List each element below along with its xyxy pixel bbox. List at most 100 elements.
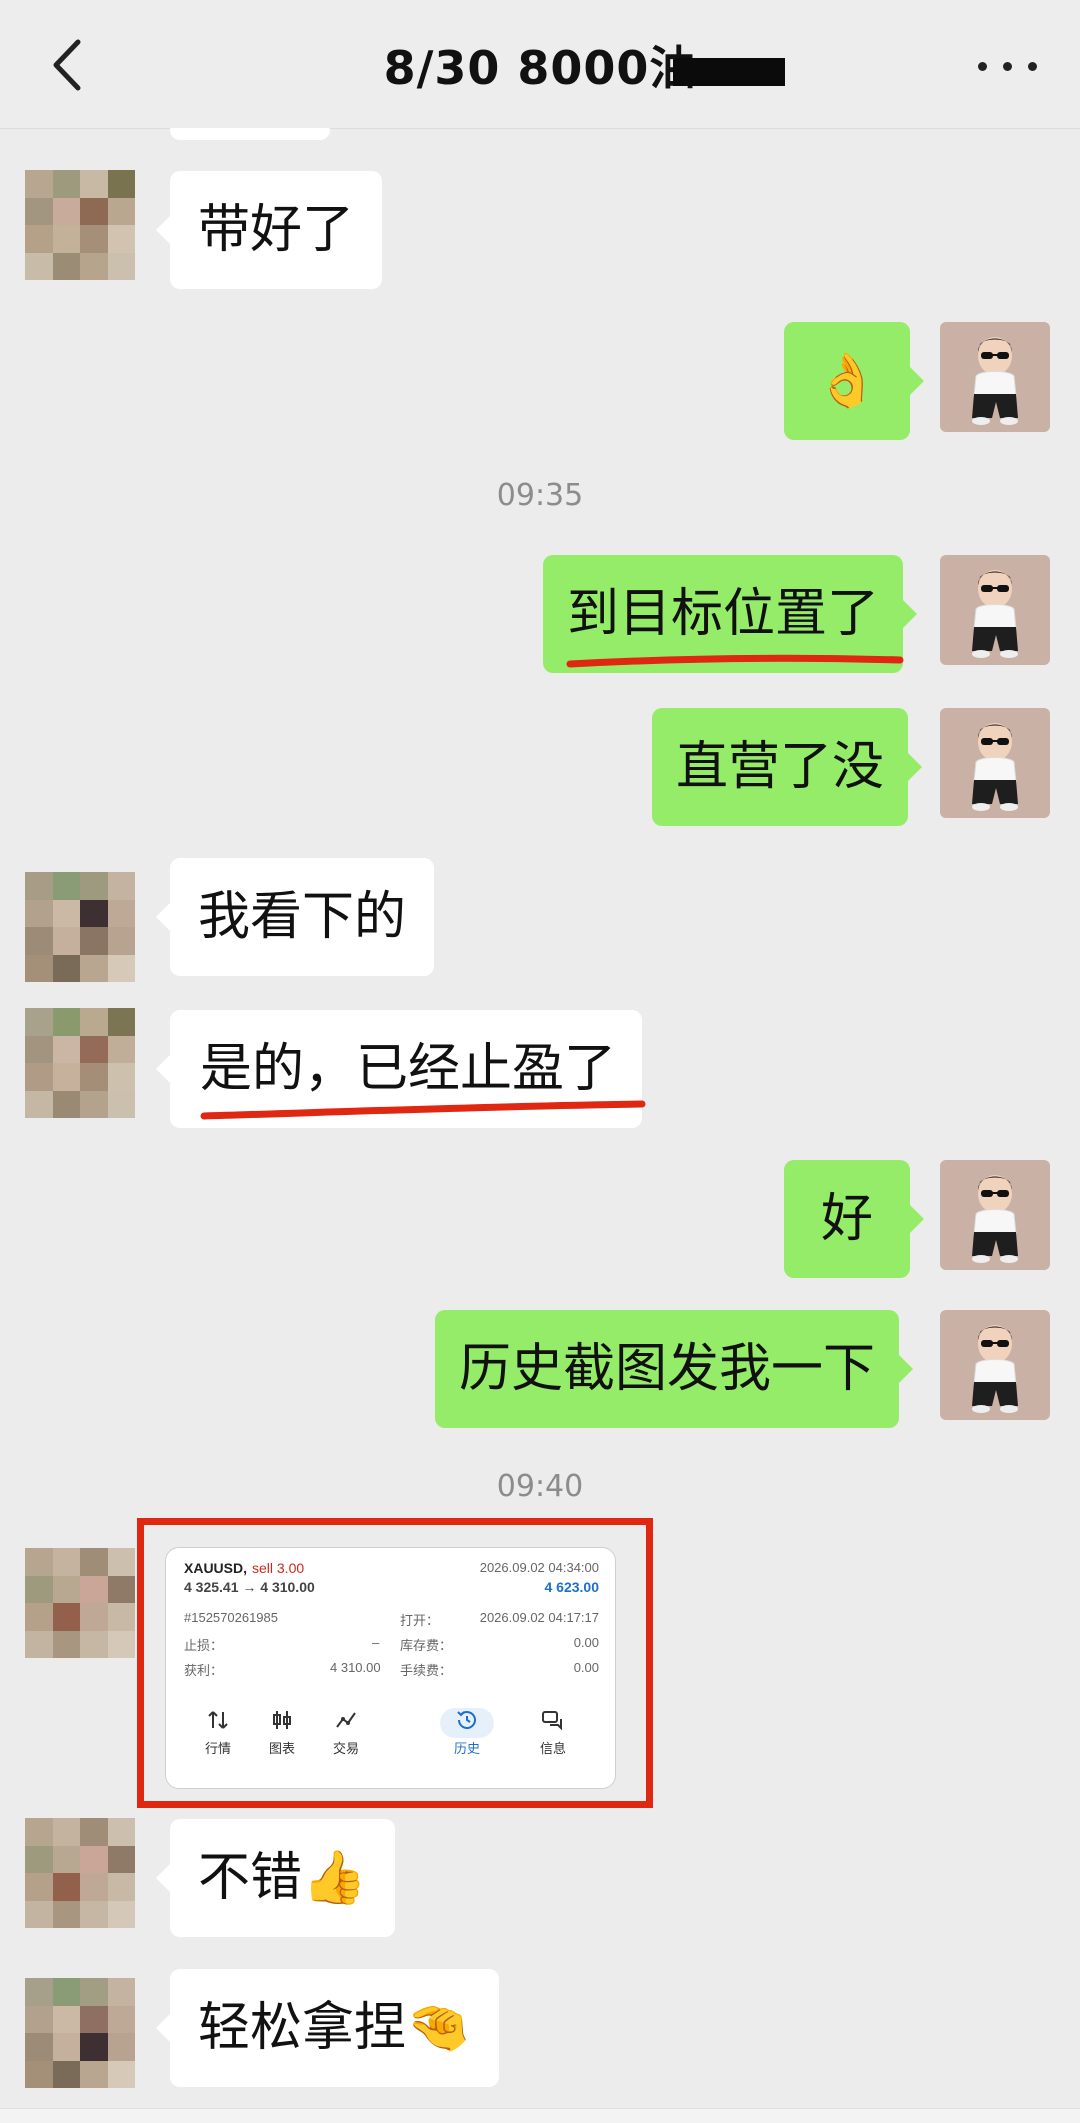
avatar-mosaic-cell — [107, 1090, 135, 1118]
cartoon-character-icon — [972, 1325, 1018, 1413]
avatar-mosaic-cell — [80, 954, 108, 982]
avatar-mosaic-cell — [80, 1603, 108, 1631]
message-bubble[interactable]: 带好了 — [155, 171, 383, 289]
cartoon-character-icon — [972, 570, 1018, 658]
avatar-mosaic-cell — [107, 1035, 135, 1063]
avatar-mosaic-cell — [25, 1630, 53, 1658]
avatar-mosaic-cell — [107, 1978, 135, 2006]
avatar-mosaic-cell — [80, 1548, 108, 1576]
avatar-mosaic-cell — [52, 1630, 80, 1658]
contact-avatar[interactable] — [25, 1548, 135, 1658]
avatar-mosaic-cell — [52, 1008, 80, 1036]
contact-avatar[interactable] — [25, 170, 135, 280]
self-avatar[interactable] — [940, 555, 1050, 665]
avatar-mosaic-cell — [107, 1008, 135, 1036]
avatar-mosaic-cell — [25, 2060, 53, 2088]
contact-avatar[interactable] — [25, 1818, 135, 1928]
avatar-mosaic-cell — [80, 1035, 108, 1063]
avatar-mosaic-cell — [25, 1978, 53, 2006]
avatar-mosaic-cell — [107, 1900, 135, 1928]
tab-label: 行情 — [204, 1741, 231, 1756]
self-avatar[interactable] — [940, 322, 1050, 432]
avatar-mosaic-cell — [80, 2060, 108, 2088]
avatar-mosaic-cell — [107, 1873, 135, 1901]
message-bubble[interactable]: 我看下的 — [155, 858, 435, 976]
avatar-mosaic-cell — [52, 2033, 80, 2061]
message-bubble[interactable]: 好 — [784, 1160, 924, 1278]
avatar-mosaic-cell — [107, 2033, 135, 2061]
avatar-mosaic-cell — [25, 1008, 53, 1036]
message-bubble[interactable]: 到目标位置了 — [543, 555, 918, 673]
avatar-mosaic-cell — [80, 2005, 108, 2033]
avatar-mosaic-cell — [25, 1873, 53, 1901]
chat-bubbles-icon — [542, 1711, 562, 1731]
avatar-mosaic-cell — [25, 872, 53, 900]
message-bubble[interactable]: 历史截图发我一下 — [435, 1310, 914, 1428]
avatar-mosaic-cell — [25, 1818, 53, 1846]
avatar-mosaic-cell — [80, 1978, 108, 2006]
tab-history[interactable]: 历史 — [437, 1708, 497, 1757]
message-bubble[interactable]: 👌 — [784, 322, 924, 440]
avatar-mosaic-cell — [25, 1035, 53, 1063]
avatar-mosaic-cell — [107, 1818, 135, 1846]
avatar-mosaic-cell — [52, 1900, 80, 1928]
avatar-mosaic-cell — [52, 170, 80, 198]
avatar-mosaic-cell — [52, 954, 80, 982]
tab-label: 信息 — [539, 1741, 566, 1756]
cartoon-character-icon — [972, 723, 1018, 811]
avatar-mosaic-cell — [80, 1575, 108, 1603]
tab-messages[interactable]: 信息 — [523, 1708, 583, 1757]
avatar-mosaic-cell — [25, 1090, 53, 1118]
message-bubble[interactable]: 是的，已经止盈了 — [155, 1010, 643, 1128]
avatar-mosaic-cell — [52, 225, 80, 253]
avatar-mosaic-cell — [25, 1063, 53, 1091]
avatar-mosaic-cell — [25, 1603, 53, 1631]
avatar-mosaic-cell — [107, 170, 135, 198]
tp-value: 4 310.00 — [330, 1660, 381, 1675]
arrows-updown-icon — [208, 1711, 228, 1729]
trade-side: sell 3.00 — [252, 1560, 305, 1576]
open-label: 打开： — [400, 1613, 440, 1628]
avatar-mosaic-cell — [107, 899, 135, 927]
candlestick-icon — [273, 1711, 291, 1729]
self-avatar[interactable] — [940, 1160, 1050, 1270]
cartoon-character-icon — [972, 337, 1018, 425]
chat-header: 8/30 8000油 — [0, 0, 1080, 129]
tp-label: 获利： — [184, 1663, 224, 1678]
avatar-mosaic-cell — [107, 1845, 135, 1873]
message-bubble[interactable]: 直营了没 — [652, 708, 923, 826]
avatar-mosaic-cell — [107, 1575, 135, 1603]
contact-avatar[interactable] — [25, 1978, 135, 2088]
avatar-mosaic-cell — [25, 1900, 53, 1928]
tab-quotes[interactable]: 行情 — [188, 1708, 248, 1757]
tab-label: 历史 — [453, 1741, 480, 1756]
self-avatar[interactable] — [940, 708, 1050, 818]
trade-history-screenshot[interactable]: XAUUSD, sell 3.00 4 325.41 → 4 310.00 20… — [165, 1547, 616, 1789]
avatar-mosaic-cell — [80, 252, 108, 280]
avatar-mosaic-cell — [107, 1063, 135, 1091]
trend-line-icon — [336, 1712, 356, 1728]
avatar-mosaic-cell — [25, 1548, 53, 1576]
message-bubble[interactable]: 不错👍 — [156, 1819, 395, 1937]
more-options-button[interactable] — [976, 48, 1040, 82]
avatar-mosaic-cell — [80, 197, 108, 225]
avatar-mosaic-cell — [52, 1873, 80, 1901]
input-area-edge — [0, 2108, 1080, 2123]
avatar-mosaic-cell — [52, 1063, 80, 1091]
message-bubble[interactable]: 轻松拿捏🤏 — [156, 1969, 499, 2087]
trade-close-time: 2026.09.02 04:34:00 — [479, 1560, 599, 1575]
avatar-mosaic-cell — [52, 927, 80, 955]
avatar-mosaic-cell — [52, 1818, 80, 1846]
avatar-mosaic-cell — [25, 1575, 53, 1603]
contact-avatar[interactable] — [25, 1008, 135, 1118]
self-avatar[interactable] — [940, 1310, 1050, 1420]
avatar-mosaic-cell — [52, 1548, 80, 1576]
avatar-mosaic-cell — [52, 1575, 80, 1603]
avatar-mosaic-cell — [25, 2033, 53, 2061]
tab-trade[interactable]: 交易 — [316, 1708, 376, 1757]
avatar-mosaic-cell — [80, 170, 108, 198]
dot-icon — [978, 62, 987, 71]
contact-avatar[interactable] — [25, 872, 135, 982]
tab-label: 交易 — [332, 1741, 359, 1756]
tab-chart[interactable]: 图表 — [252, 1708, 312, 1757]
